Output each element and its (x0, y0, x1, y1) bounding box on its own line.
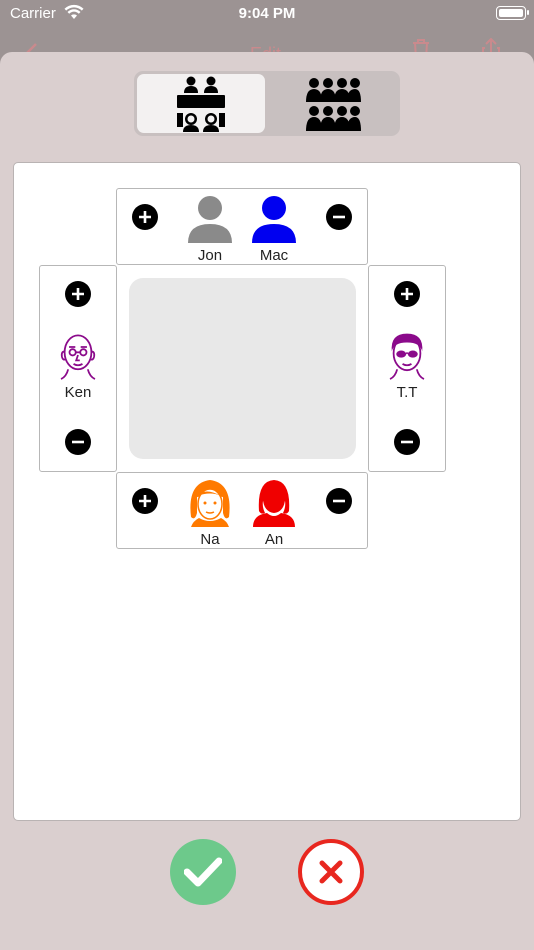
crowd-icon (306, 77, 361, 131)
plus-icon (139, 495, 151, 507)
close-icon (319, 860, 343, 884)
woman-face-icon (190, 480, 230, 527)
confirm-button[interactable] (170, 839, 236, 905)
segment-table-layout[interactable] (137, 74, 265, 133)
layout-segmented-control (134, 71, 400, 136)
seat-name: Na (200, 531, 220, 548)
table-side-top: Jon Mac (116, 188, 368, 265)
seat-name: Mac (259, 247, 289, 264)
plus-icon (72, 288, 84, 300)
seat-top-2[interactable]: Mac (246, 193, 302, 264)
person-silhouette-icon (188, 196, 232, 243)
checkmark-icon (184, 857, 222, 887)
clock: 9:04 PM (238, 5, 296, 22)
add-seat-top-button[interactable] (132, 204, 158, 230)
seat-name: An (264, 531, 284, 548)
add-seat-right-button[interactable] (394, 281, 420, 307)
table-side-left: Ken (39, 265, 117, 472)
seat-bottom-1[interactable]: Na (182, 477, 238, 548)
table-side-bottom: Na An (116, 472, 368, 549)
minus-icon (333, 499, 345, 503)
person-silhouette-icon (252, 196, 296, 243)
plus-icon (401, 288, 413, 300)
minus-icon (333, 215, 345, 219)
cancel-button[interactable] (298, 839, 364, 905)
seat-top-1[interactable]: Jon (182, 193, 238, 264)
bald-man-face-icon (60, 334, 96, 380)
status-bar: Carrier 9:04 PM (0, 0, 534, 30)
seat-right-1[interactable]: T.T (379, 330, 435, 401)
remove-seat-right-button[interactable] (394, 429, 420, 455)
table-side-right: T.T (368, 265, 446, 472)
table-editor-sheet: Jon Mac Ken T.T Na An (0, 52, 534, 950)
segment-crowd-layout[interactable] (269, 74, 397, 133)
seating-canvas: Jon Mac Ken T.T Na An (13, 162, 521, 821)
remove-seat-top-button[interactable] (326, 204, 352, 230)
seat-name: T.T (396, 384, 418, 401)
table-surface (129, 278, 356, 459)
add-seat-left-button[interactable] (65, 281, 91, 307)
two-row-table-icon (177, 76, 225, 132)
remove-seat-left-button[interactable] (65, 429, 91, 455)
add-seat-bottom-button[interactable] (132, 488, 158, 514)
plus-icon (139, 211, 151, 223)
battery-icon (496, 6, 529, 20)
remove-seat-bottom-button[interactable] (326, 488, 352, 514)
minus-icon (401, 440, 413, 444)
man-sunglasses-icon (389, 333, 425, 380)
woman-silhouette-icon (253, 480, 295, 527)
seat-left-1[interactable]: Ken (50, 330, 106, 401)
minus-icon (72, 440, 84, 444)
seat-name: Jon (197, 247, 223, 264)
seat-name: Ken (64, 384, 92, 401)
seat-bottom-2[interactable]: An (246, 477, 302, 548)
